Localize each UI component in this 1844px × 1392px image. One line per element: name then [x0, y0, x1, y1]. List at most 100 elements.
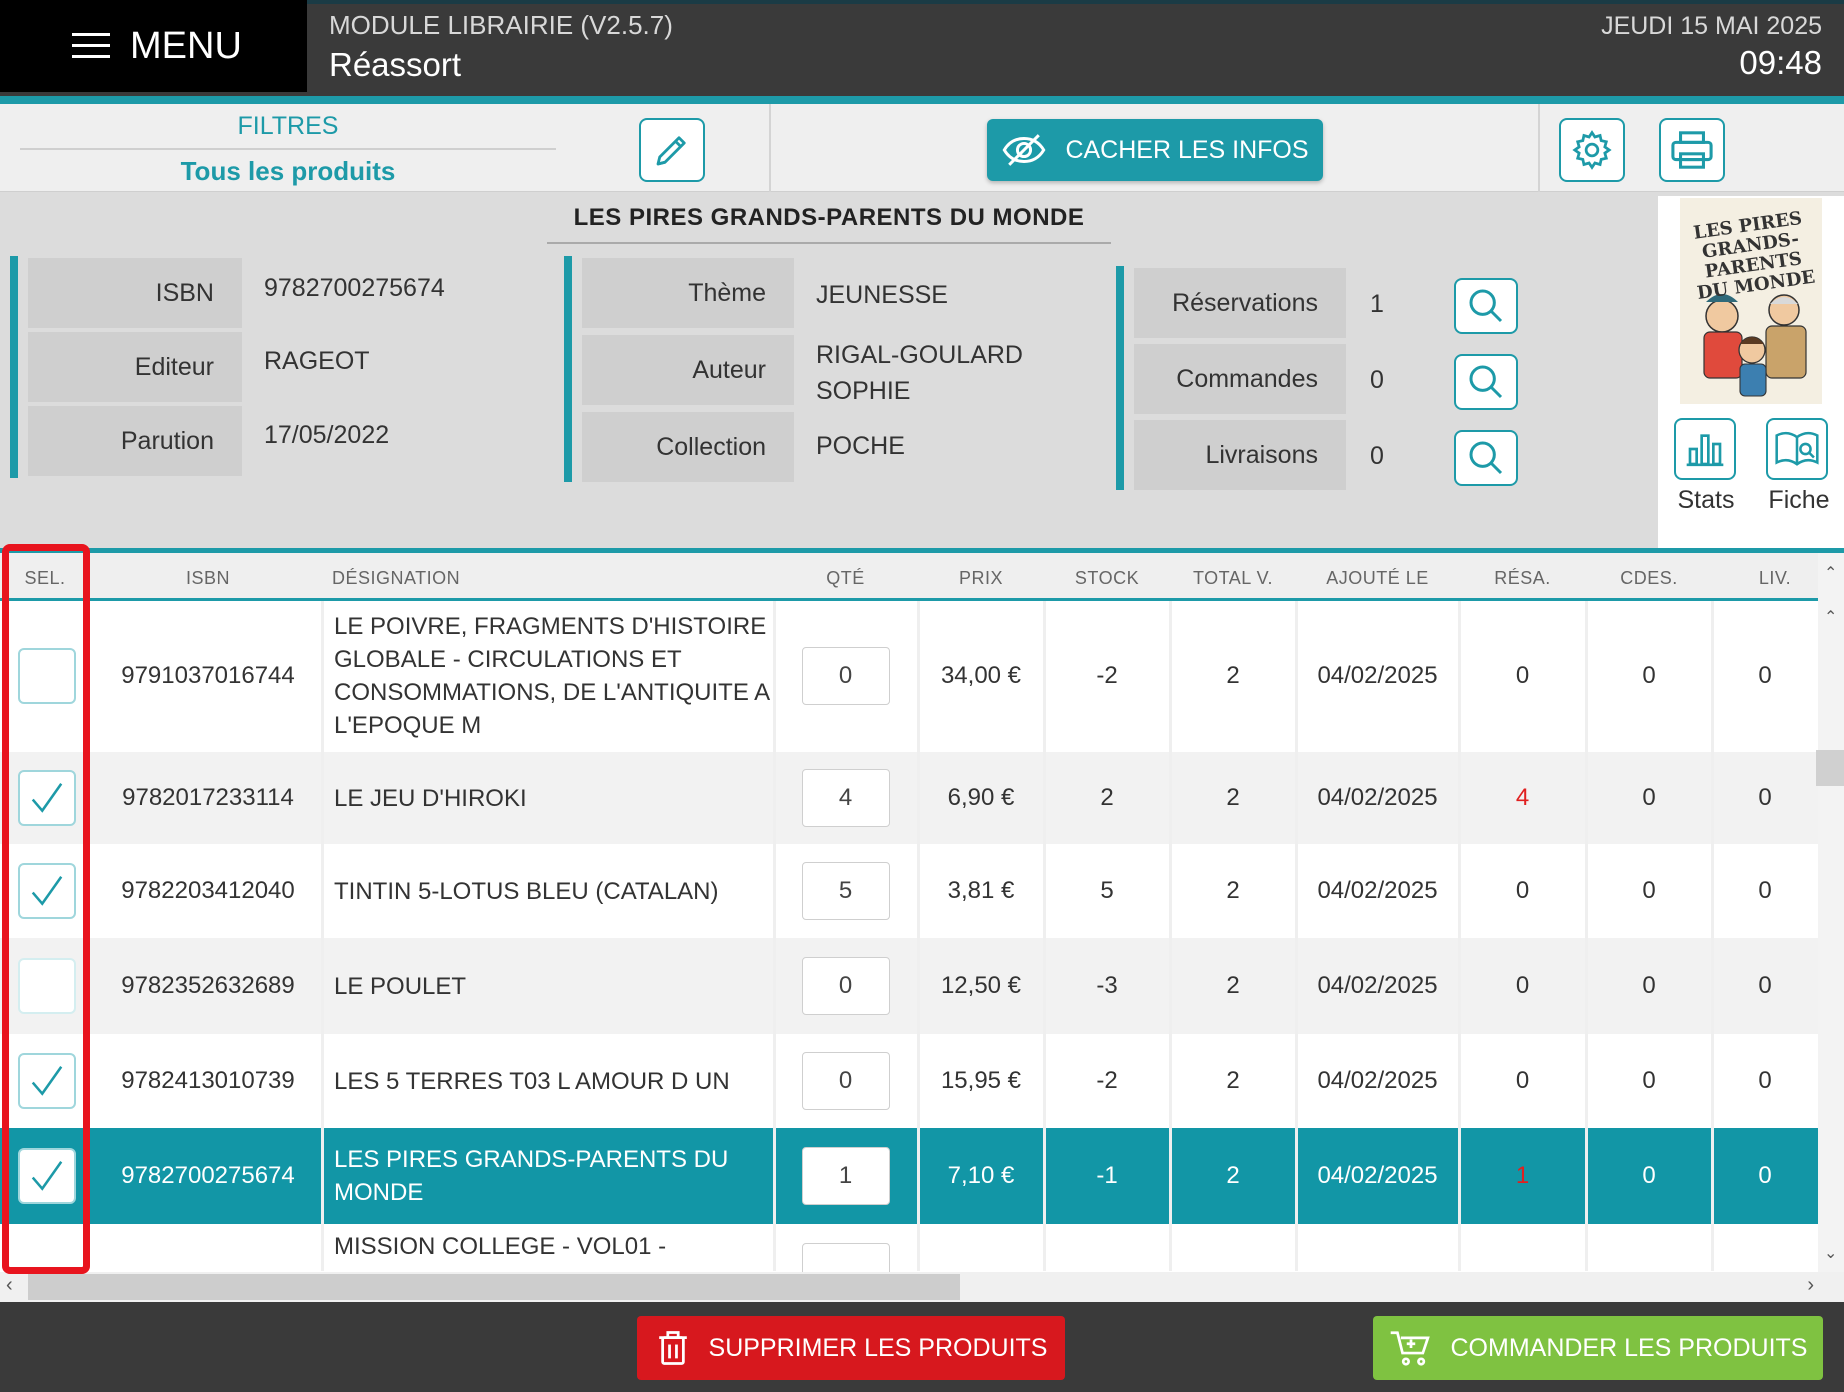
- current-date: JEUDI 15 MAI 2025: [1601, 12, 1822, 40]
- edit-filter-button[interactable]: [639, 118, 705, 182]
- table-row[interactable]: 9782700275674 LES PIRES GRANDS-PARENTS DU…: [0, 1128, 1818, 1224]
- quantity-input[interactable]: [801, 1052, 890, 1110]
- row-stock: -3: [1096, 972, 1118, 999]
- filters-value[interactable]: Tous les produits: [20, 156, 556, 187]
- table-row[interactable]: MISSION COLLEGE - VOL01 -: [0, 1224, 1818, 1301]
- row-qte: [773, 1224, 918, 1301]
- table-row[interactable]: 9782017233114 LE JEU D'HIROKI 6,90 € 2 2 04/0…: [0, 752, 1818, 844]
- row-qte: [773, 938, 918, 1034]
- header-ajoute[interactable]: AJOUTÉ LE: [1296, 568, 1459, 589]
- vertical-scroll-thumb[interactable]: [1816, 750, 1844, 786]
- scroll-up-icon[interactable]: ⌃: [1824, 563, 1837, 583]
- parution-value: 17/05/2022: [264, 421, 390, 449]
- column-divider: [1458, 601, 1461, 1271]
- table-row[interactable]: 9782413010739 LES 5 TERRES T03 L AMOUR D …: [0, 1034, 1818, 1128]
- quantity-input[interactable]: [801, 1147, 890, 1205]
- module-name: MODULE LIBRAIRIE (V2.5.7): [329, 10, 673, 40]
- printer-icon: [1671, 131, 1713, 169]
- header-isbn[interactable]: ISBN: [94, 568, 322, 589]
- print-button[interactable]: [1659, 118, 1725, 182]
- row-cdes: 0: [1642, 784, 1656, 811]
- quantity-input[interactable]: [801, 769, 890, 827]
- row-designation: LES 5 TERRES T03 L AMOUR D UN: [334, 1067, 730, 1095]
- horizontal-scroll-thumb[interactable]: [28, 1274, 960, 1300]
- row-liv: 0: [1758, 877, 1772, 904]
- scroll-right-icon[interactable]: ›: [1807, 1274, 1814, 1297]
- editeur-label: Editeur: [28, 332, 242, 402]
- row-isbn: 9782017233114: [122, 784, 294, 811]
- vertical-scrollbar[interactable]: ⌃ ⌃ ⌄: [1818, 553, 1844, 1273]
- table-row[interactable]: 9791037016744 LE POIVRE, FRAGMENTS D'HIST…: [0, 601, 1818, 751]
- table-row[interactable]: 9782203412040 TINTIN 5-LOTUS BLEU (CATALA…: [0, 844, 1818, 938]
- quantity-input[interactable]: [801, 647, 890, 705]
- fiche-button[interactable]: [1766, 418, 1828, 480]
- header-resa[interactable]: RÉSA.: [1459, 568, 1586, 589]
- row-liv: 0: [1758, 972, 1772, 999]
- row-resa: 0: [1515, 662, 1530, 689]
- gear-icon: [1572, 130, 1612, 170]
- scroll-up-icon[interactable]: ⌃: [1824, 607, 1837, 627]
- row-liv: [1712, 1224, 1818, 1272]
- group-accent-bar: [1116, 266, 1124, 490]
- order-products-button[interactable]: COMMANDER LES PRODUITS: [1373, 1316, 1823, 1380]
- row-cdes: 0: [1642, 1162, 1656, 1189]
- row-designation: LE JEU D'HIROKI: [334, 784, 527, 812]
- page-title: Réassort: [329, 46, 462, 83]
- row-liv: 0: [1758, 784, 1772, 811]
- livraisons-search-button[interactable]: [1454, 430, 1518, 486]
- row-designation: LE POULET: [334, 972, 467, 1000]
- row-cdes: 0: [1642, 662, 1656, 689]
- scroll-down-icon[interactable]: ⌄: [1824, 1243, 1837, 1263]
- filters-label[interactable]: FILTRES: [20, 112, 556, 141]
- toolbar-separator: [769, 104, 771, 192]
- row-prix: 34,00 €: [940, 662, 1022, 689]
- eye-slash-icon: [1002, 134, 1046, 166]
- row-resa: 0: [1515, 972, 1530, 999]
- delete-products-button[interactable]: SUPPRIMER LES PRODUITS: [637, 1316, 1065, 1380]
- hide-info-button[interactable]: CACHER LES INFOS: [987, 119, 1323, 181]
- row-prix: 6,90 €: [947, 784, 1015, 811]
- column-divider: [1043, 601, 1046, 1271]
- row-designation: TINTIN 5-LOTUS BLEU (CATALAN): [334, 877, 719, 905]
- quantity-input[interactable]: [801, 957, 890, 1015]
- stats-button[interactable]: [1674, 418, 1736, 480]
- livraisons-label: Livraisons: [1134, 420, 1346, 490]
- row-designation: LES PIRES GRANDS-PARENTS DU MONDE: [334, 1146, 729, 1206]
- stats-label[interactable]: Stats: [1656, 486, 1756, 515]
- row-total: 2: [1226, 662, 1240, 689]
- theme-value: JEUNESSE: [816, 281, 948, 309]
- collection-label: Collection: [582, 412, 794, 482]
- settings-button[interactable]: [1559, 118, 1625, 182]
- fiche-label[interactable]: Fiche: [1749, 486, 1844, 515]
- row-added-date: 04/02/2025: [1317, 877, 1438, 904]
- row-isbn: 9782413010739: [121, 1067, 295, 1094]
- row-added-date: 04/02/2025: [1317, 662, 1438, 689]
- header-designation[interactable]: DÉSIGNATION: [332, 568, 460, 589]
- row-resa: 0: [1515, 877, 1530, 904]
- row-isbn: [94, 1224, 322, 1272]
- header-prix[interactable]: PRIX: [918, 568, 1044, 589]
- row-added-date: 04/02/2025: [1317, 1162, 1438, 1189]
- header-cdes[interactable]: CDES.: [1586, 568, 1712, 589]
- parution-label: Parution: [28, 406, 242, 476]
- column-divider: [1169, 601, 1172, 1271]
- menu-button[interactable]: MENU: [0, 0, 307, 92]
- header-total[interactable]: TOTAL V.: [1170, 568, 1296, 589]
- quantity-input[interactable]: [801, 862, 890, 920]
- search-icon: [1469, 441, 1503, 475]
- row-liv: 0: [1758, 662, 1772, 689]
- reservations-search-button[interactable]: [1454, 278, 1518, 334]
- search-icon: [1469, 365, 1503, 399]
- table-row[interactable]: 9782352632689 LE POULET 12,50 € -3 2 04/02/20…: [0, 938, 1818, 1034]
- commandes-value: 0: [1370, 366, 1384, 394]
- header-qte[interactable]: QTÉ: [773, 568, 918, 589]
- column-divider: [1711, 601, 1714, 1271]
- row-total: 2: [1226, 784, 1240, 811]
- header-stock[interactable]: STOCK: [1044, 568, 1170, 589]
- row-liv: 0: [1758, 1067, 1772, 1094]
- commandes-search-button[interactable]: [1454, 354, 1518, 410]
- hamburger-icon: [72, 33, 110, 59]
- row-stock: -2: [1096, 662, 1118, 689]
- row-qte: [773, 844, 918, 938]
- scroll-left-icon[interactable]: ‹: [6, 1274, 13, 1297]
